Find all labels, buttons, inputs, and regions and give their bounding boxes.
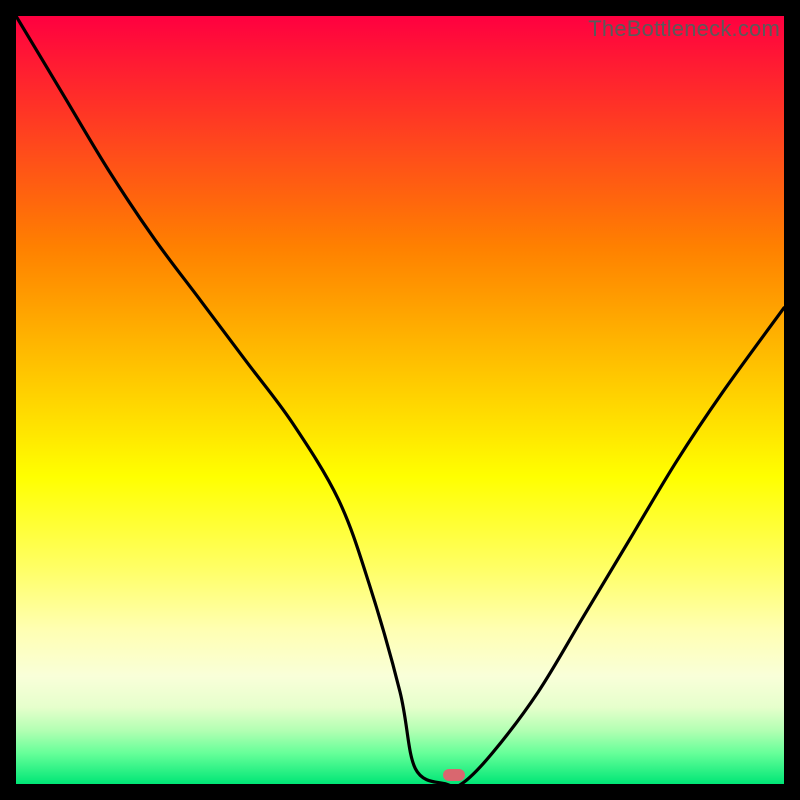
chart-frame: TheBottleneck.com (0, 0, 800, 800)
bottleneck-curve (16, 16, 784, 784)
optimal-marker (443, 769, 465, 781)
plot-area: TheBottleneck.com (16, 16, 784, 784)
